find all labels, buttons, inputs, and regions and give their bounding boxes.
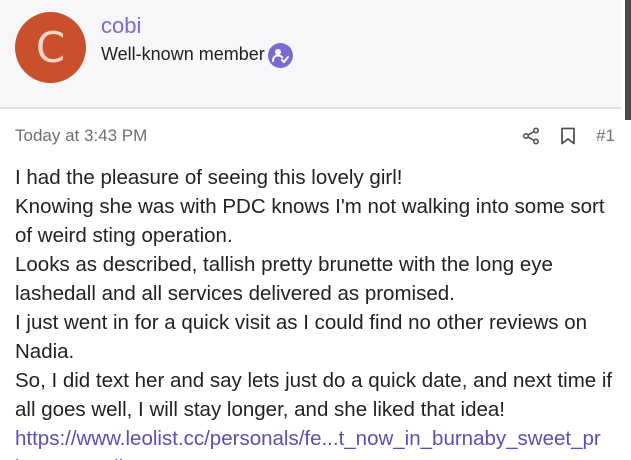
post-author-header: C cobi Well-known member xyxy=(0,0,621,109)
post-number-link[interactable]: #1 xyxy=(596,126,615,146)
thread-post-page: C cobi Well-known member Today at 3:43 P… xyxy=(0,0,631,460)
scrollbar-thumb[interactable] xyxy=(625,0,631,120)
user-title: Well-known member xyxy=(101,44,265,64)
post-timestamp[interactable]: Today at 3:43 PM xyxy=(15,126,147,146)
avatar[interactable]: C xyxy=(15,12,86,83)
bookmark-icon[interactable] xyxy=(560,127,576,145)
username-link[interactable]: cobi xyxy=(101,13,141,39)
post-actions: #1 xyxy=(522,124,615,148)
post-text-line: So, I did text her and say lets just do … xyxy=(15,369,613,392)
post-body: I had the pleasure of seeing this lovely… xyxy=(15,163,615,460)
external-link-continued[interactable]: incess_nadia-9379342 xyxy=(15,453,615,460)
external-link[interactable]: https://www.leolist.cc/personals/fe...t_… xyxy=(15,424,615,453)
post-text-line: Looks as described, tallish pretty brune… xyxy=(15,253,553,276)
post-text-line: I just went in for a quick visit as I co… xyxy=(15,311,587,334)
verified-user-icon xyxy=(268,43,293,68)
post-text-line: Nadia. xyxy=(15,340,75,363)
post-text-line: lashedall and all services delivered as … xyxy=(15,282,455,305)
post-text-line: all goes well, I will stay longer, and s… xyxy=(15,398,505,421)
share-icon[interactable] xyxy=(522,127,540,145)
scrollbar[interactable] xyxy=(625,0,631,460)
post-text-line: I had the pleasure of seeing this lovely… xyxy=(15,166,403,189)
post-text-line: Knowing she was with PDC knows I'm not w… xyxy=(15,195,605,218)
post-text-line: of weird sting operation. xyxy=(15,224,233,247)
